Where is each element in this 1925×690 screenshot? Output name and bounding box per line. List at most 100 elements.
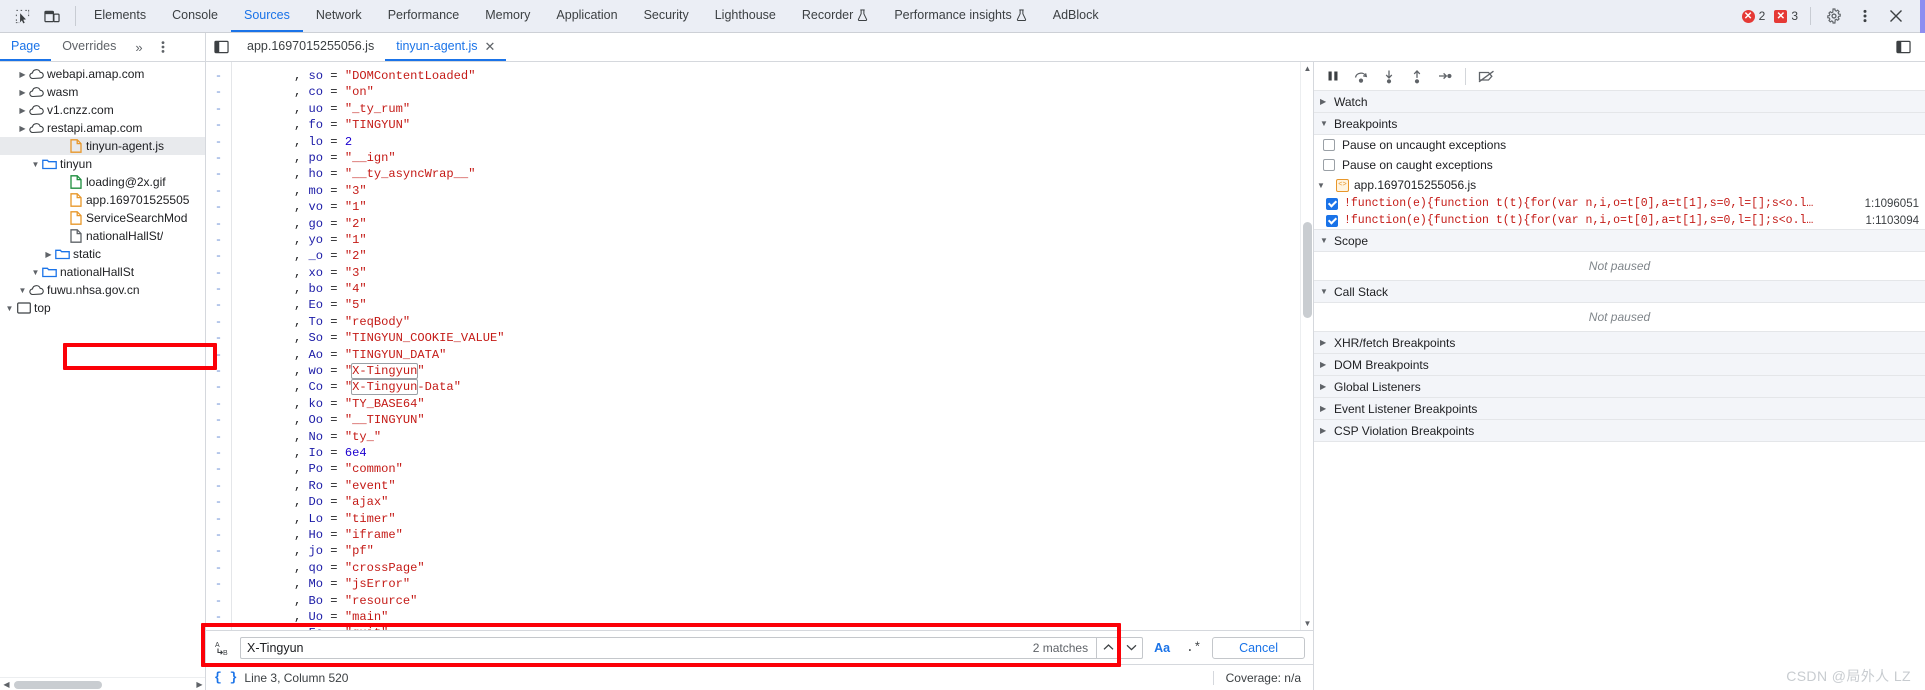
chevron-right-icon[interactable]: ▶ xyxy=(17,106,28,115)
file-tree-item[interactable]: app.169701525505 xyxy=(0,191,205,209)
editor-tab-app-js[interactable]: app.1697015255056.js xyxy=(236,33,385,61)
tab-sources[interactable]: Sources xyxy=(230,0,303,32)
breakpoint-checkbox[interactable] xyxy=(1326,197,1338,210)
search-input[interactable] xyxy=(241,640,1025,655)
chevron-down-icon[interactable]: ▼ xyxy=(30,160,41,169)
code-line[interactable]: , bo = "4" xyxy=(294,281,1313,297)
pause-on-uncaught-exceptions-checkbox[interactable] xyxy=(1323,139,1335,151)
navigator-menu-icon[interactable] xyxy=(151,33,175,61)
code-line[interactable]: , So = "TINGYUN_COOKIE_VALUE" xyxy=(294,330,1313,346)
tab-elements[interactable]: Elements xyxy=(81,0,159,32)
cancel-button[interactable]: Cancel xyxy=(1212,636,1305,659)
code-line[interactable]: , Co = "X-Tingyun-Data" xyxy=(294,379,1313,396)
more-tabs-icon[interactable]: » xyxy=(127,33,150,61)
gear-icon[interactable] xyxy=(1820,3,1848,29)
code-line[interactable]: , co = "on" xyxy=(294,84,1313,100)
code-line[interactable]: , Mo = "jsError" xyxy=(294,576,1313,592)
tab-adblock[interactable]: AdBlock xyxy=(1040,0,1112,32)
breakpoint-row[interactable]: !function(e){function t(t){for(var n,i,o… xyxy=(1314,195,1925,212)
code-line[interactable]: , _o = "2" xyxy=(294,248,1313,264)
code-line[interactable]: , Po = "common" xyxy=(294,461,1313,477)
code-line[interactable]: , ko = "TY_BASE64" xyxy=(294,396,1313,412)
file-tree-item[interactable]: ▼ tinyun xyxy=(0,155,205,173)
code-line[interactable]: , Do = "ajax" xyxy=(294,494,1313,510)
nav-tab-overrides[interactable]: Overrides xyxy=(51,33,127,61)
section-header-event-listener-breakpoints[interactable]: ▶ Event Listener Breakpoints xyxy=(1314,398,1925,420)
pause-on-caught-exceptions-row[interactable]: Pause on caught exceptions xyxy=(1314,155,1925,175)
section-header-xhr-fetch-breakpoints[interactable]: ▶ XHR/fetch Breakpoints xyxy=(1314,332,1925,354)
section-header-breakpoints[interactable]: ▼ Breakpoints xyxy=(1314,113,1925,135)
code-line[interactable]: , Uo = "main" xyxy=(294,609,1313,625)
search-next-button[interactable] xyxy=(1119,637,1142,658)
tab-network[interactable]: Network xyxy=(303,0,375,32)
pause-on-caught-exceptions-checkbox[interactable] xyxy=(1323,159,1335,171)
code-line[interactable]: , mo = "3" xyxy=(294,183,1313,199)
code-line[interactable]: , Ho = "iframe" xyxy=(294,527,1313,543)
section-header-watch[interactable]: ▶ Watch xyxy=(1314,91,1925,113)
tab-application[interactable]: Application xyxy=(543,0,630,32)
code-line[interactable]: , po = "__ign" xyxy=(294,150,1313,166)
step-over-icon[interactable] xyxy=(1348,65,1374,87)
chevron-down-icon[interactable]: ▼ xyxy=(4,304,15,313)
code-line[interactable]: , Bo = "resource" xyxy=(294,593,1313,609)
code-line[interactable]: , jo = "pf" xyxy=(294,543,1313,559)
file-tree-item[interactable]: nationalHallSt/ xyxy=(0,227,205,245)
code-line[interactable]: , xo = "3" xyxy=(294,265,1313,281)
chevron-right-icon[interactable]: ▶ xyxy=(43,250,54,259)
code-line[interactable]: , Ro = "event" xyxy=(294,478,1313,494)
tab-memory[interactable]: Memory xyxy=(472,0,543,32)
code-line[interactable]: , vo = "1" xyxy=(294,199,1313,215)
search-prev-button[interactable] xyxy=(1096,637,1119,658)
editor-tab-tinyun-agent-js[interactable]: tinyun-agent.js ✕ xyxy=(385,33,507,61)
chevron-down-icon[interactable]: ▼ xyxy=(30,268,41,277)
section-header-call-stack[interactable]: ▼ Call Stack xyxy=(1314,281,1925,303)
code-line[interactable]: , Ao = "TINGYUN_DATA" xyxy=(294,347,1313,363)
code-line[interactable]: , go = "2" xyxy=(294,216,1313,232)
navigator-file-tree[interactable]: ▶ webapi.amap.com ▶ wasm ▶ v1.cnzz.com ▶ restap… xyxy=(0,62,206,690)
code-line[interactable]: , qo = "crossPage" xyxy=(294,560,1313,576)
file-tree-horizontal-scrollbar[interactable]: ◀ ▶ xyxy=(0,677,205,690)
toggle-replace-icon[interactable]: A B xyxy=(212,639,234,657)
breakpoint-file-row[interactable]: ▼ <> app.1697015255056.js xyxy=(1314,175,1925,195)
file-tree-item[interactable]: ▶ restapi.amap.com xyxy=(0,119,205,137)
code-line[interactable]: , uo = "_ty_rum" xyxy=(294,101,1313,117)
scroll-left-arrow[interactable]: ◀ xyxy=(0,678,13,690)
file-tree-item[interactable]: tinyun-agent.js xyxy=(0,137,205,155)
chevron-right-icon[interactable]: ▶ xyxy=(17,70,28,79)
resume-script-icon[interactable] xyxy=(1320,65,1346,87)
tab-performance[interactable]: Performance xyxy=(375,0,473,32)
code-line[interactable]: , wo = "X-Tingyun" xyxy=(294,363,1313,380)
file-tree-item[interactable]: ▼ fuwu.nhsa.gov.cn xyxy=(0,281,205,299)
scroll-right-arrow[interactable]: ▶ xyxy=(193,678,205,690)
code-line[interactable]: , Io = 6e4 xyxy=(294,445,1313,461)
file-tree-item[interactable]: ▶ static xyxy=(0,245,205,263)
section-header-dom-breakpoints[interactable]: ▶ DOM Breakpoints xyxy=(1314,354,1925,376)
code-line[interactable]: , ho = "__ty_asyncWrap__" xyxy=(294,166,1313,182)
file-tree-item[interactable]: ▶ wasm xyxy=(0,83,205,101)
file-tree-item[interactable]: loading@2x.gif xyxy=(0,173,205,191)
scroll-up-arrow[interactable]: ▲ xyxy=(1301,62,1313,75)
tab-lighthouse[interactable]: Lighthouse xyxy=(702,0,789,32)
code-line[interactable]: , Eo = "5" xyxy=(294,297,1313,313)
file-tree-item[interactable]: ▼ nationalHallSt xyxy=(0,263,205,281)
breakpoint-checkbox[interactable] xyxy=(1326,214,1338,227)
scroll-down-arrow[interactable]: ▼ xyxy=(1301,617,1313,630)
chevron-down-icon[interactable]: ▼ xyxy=(17,286,28,295)
toggle-navigator-icon[interactable] xyxy=(206,33,236,61)
close-icon[interactable] xyxy=(1882,3,1910,29)
step-into-icon[interactable] xyxy=(1376,65,1402,87)
file-tree-item[interactable]: ▼ top xyxy=(0,299,205,317)
pretty-print-icon[interactable]: { } xyxy=(214,670,237,685)
nav-tab-page[interactable]: Page xyxy=(0,33,52,61)
scroll-thumb[interactable] xyxy=(1303,222,1312,318)
code-line[interactable]: , Oo = "__TINGYUN" xyxy=(294,412,1313,428)
code-line[interactable]: , yo = "1" xyxy=(294,232,1313,248)
close-icon[interactable]: ✕ xyxy=(485,40,496,53)
file-tree-item[interactable]: ▶ webapi.amap.com xyxy=(0,65,205,83)
file-tree-item[interactable]: ServiceSearchMod xyxy=(0,209,205,227)
inspect-element-icon[interactable] xyxy=(8,3,36,29)
code-line[interactable]: , To = "reqBody" xyxy=(294,314,1313,330)
step-out-icon[interactable] xyxy=(1404,65,1430,87)
match-case-toggle[interactable]: Aa xyxy=(1149,641,1175,655)
chevron-right-icon[interactable]: ▶ xyxy=(17,124,28,133)
